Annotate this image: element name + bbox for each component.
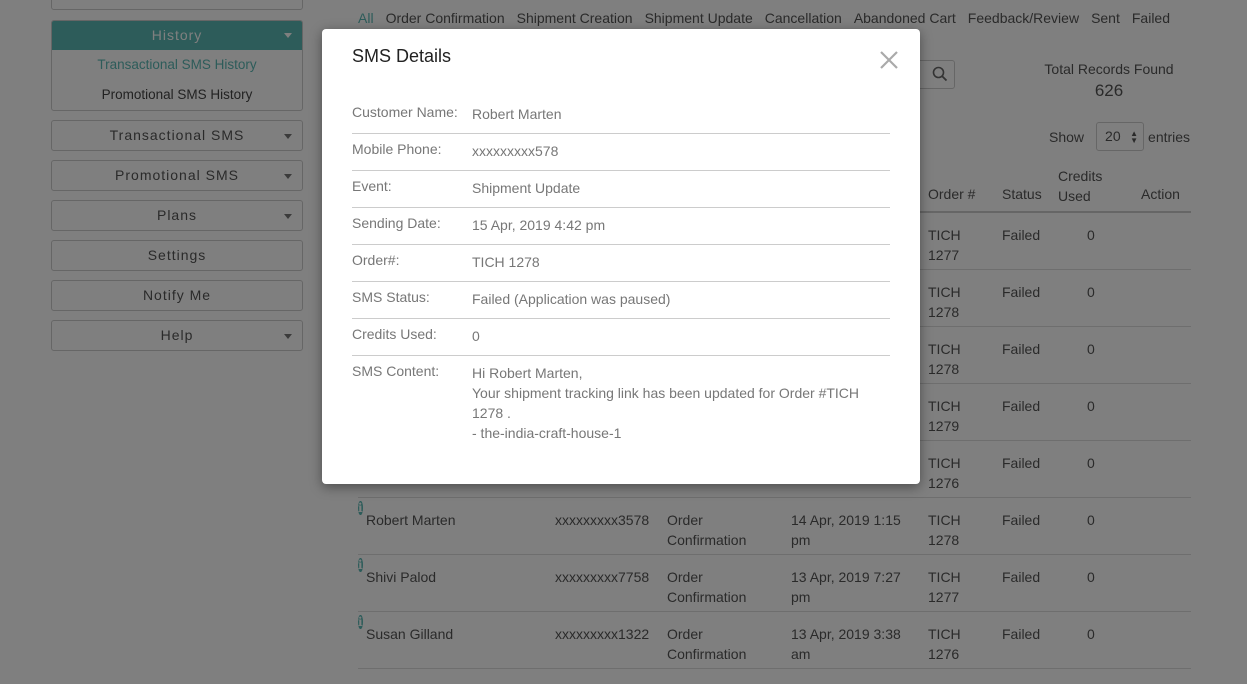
- detail-row: SMS Status: Failed (Application was pause…: [352, 289, 890, 319]
- detail-value: 0: [472, 328, 480, 344]
- sms-content-line: Your shipment tracking link has been upd…: [472, 385, 860, 421]
- detail-row: Sending Date: 15 Apr, 2019 4:42 pm: [352, 215, 890, 245]
- detail-value: TICH 1278: [472, 254, 540, 270]
- detail-value: Shipment Update: [472, 180, 581, 196]
- detail-row: Mobile Phone: xxxxxxxxx578: [352, 141, 890, 171]
- detail-label: Event:: [352, 178, 392, 194]
- detail-value: xxxxxxxxx578: [472, 143, 559, 159]
- modal-title: SMS Details: [352, 46, 452, 66]
- detail-value: 15 Apr, 2019 4:42 pm: [472, 217, 606, 233]
- detail-label: Mobile Phone:: [352, 141, 442, 157]
- detail-row: Credits Used: 0: [352, 326, 890, 356]
- sms-content-text: Hi Robert Marten, Your shipment tracking…: [472, 363, 872, 443]
- detail-row: Order#: TICH 1278: [352, 252, 890, 282]
- sms-content-line: Hi Robert Marten,: [472, 365, 583, 381]
- detail-label: Customer Name:: [352, 104, 458, 120]
- detail-label: Credits Used:: [352, 326, 437, 342]
- detail-row: Customer Name: Robert Marten: [352, 104, 890, 134]
- detail-label: SMS Content:: [352, 363, 440, 379]
- detail-value: Robert Marten: [472, 106, 562, 122]
- close-icon[interactable]: [878, 49, 900, 71]
- detail-row: Event: Shipment Update: [352, 178, 890, 208]
- sms-content-line: - the-india-craft-house-1: [472, 425, 622, 441]
- sms-details-modal: SMS Details Customer Name: Robert Marten M…: [322, 29, 920, 484]
- detail-sms-content: SMS Content: Hi Robert Marten, Your ship…: [352, 363, 890, 453]
- detail-label: Sending Date:: [352, 215, 441, 231]
- detail-value: Failed (Application was paused): [472, 291, 671, 307]
- detail-label: Order#:: [352, 252, 400, 268]
- detail-label: SMS Status:: [352, 289, 430, 305]
